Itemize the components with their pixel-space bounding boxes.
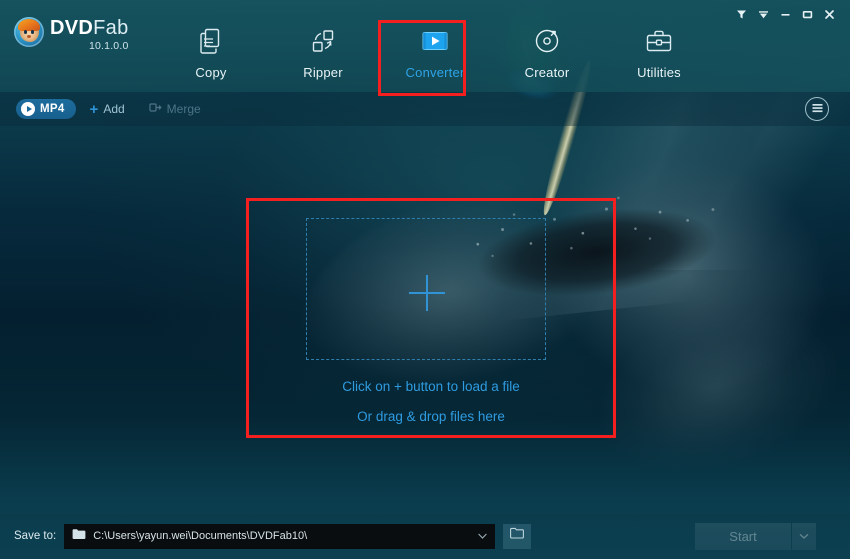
tab-creator[interactable]: Creator xyxy=(491,18,603,88)
tab-copy[interactable]: Copy xyxy=(155,18,267,88)
utilities-icon xyxy=(645,24,673,58)
add-file-plus-icon[interactable] xyxy=(409,275,445,311)
ripper-icon xyxy=(309,24,337,58)
merge-label: Merge xyxy=(166,102,201,116)
format-toolbar: MP4 + Add Merge xyxy=(0,92,850,126)
drop-instruction-line-2: Or drag & drop files here xyxy=(357,408,505,424)
tab-utilities-label: Utilities xyxy=(637,65,681,80)
app-logo[interactable]: DVDFab 10.1.0.0 xyxy=(14,17,129,52)
save-to-label: Save to: xyxy=(14,530,57,542)
tab-converter-label: Converter xyxy=(405,65,465,80)
browse-folder-icon xyxy=(509,527,525,545)
add-file-button[interactable]: + Add xyxy=(80,99,135,120)
menu-caret-icon[interactable] xyxy=(752,4,774,24)
converter-icon xyxy=(420,24,450,58)
save-path-input[interactable]: C:\Users\yayun.wei\Documents\DVDFab10\ xyxy=(64,523,496,549)
hamburger-menu-icon[interactable] xyxy=(805,97,829,121)
plus-small-icon: + xyxy=(89,100,99,118)
app-version: 10.1.0.0 xyxy=(88,40,129,52)
start-button-group: Start xyxy=(695,522,817,550)
tab-utilities[interactable]: Utilities xyxy=(603,18,715,88)
browse-folder-button[interactable] xyxy=(503,523,532,549)
folder-icon xyxy=(72,527,86,545)
drop-instruction-line-1: Click on + button to load a file xyxy=(342,379,520,394)
dvdfab-mascot-icon xyxy=(14,17,44,47)
tab-ripper-label: Ripper xyxy=(303,65,343,80)
drop-zone-instructions: Click on + button to load a file Or drag… xyxy=(246,380,616,423)
format-play-icon xyxy=(21,102,35,116)
output-format-chip[interactable]: MP4 xyxy=(16,99,76,119)
logo-text-block: DVDFab 10.1.0.0 xyxy=(50,17,129,52)
brand-name-dvd: DVD xyxy=(50,17,94,39)
start-button[interactable]: Start xyxy=(695,522,792,550)
merge-button[interactable]: Merge xyxy=(139,98,211,120)
tab-copy-label: Copy xyxy=(195,65,227,80)
feedback-icon[interactable] xyxy=(730,4,752,24)
tab-converter[interactable]: Converter xyxy=(379,18,491,88)
minimize-icon[interactable] xyxy=(774,4,796,24)
main-navigation: Copy Ripper Converter Creator Utilities xyxy=(155,18,715,90)
creator-icon xyxy=(533,24,561,58)
tab-creator-label: Creator xyxy=(524,65,570,80)
copy-icon xyxy=(199,24,223,58)
window-controls xyxy=(730,4,840,24)
add-file-label: Add xyxy=(103,102,125,116)
merge-icon xyxy=(149,101,162,117)
maximize-icon[interactable] xyxy=(796,4,818,24)
dvdfab-application-window: DVDFab 10.1.0.0 Copy Ripper Converter Cr… xyxy=(0,0,850,559)
tab-ripper[interactable]: Ripper xyxy=(267,18,379,88)
brand-name-fab: Fab xyxy=(93,17,129,39)
save-path-value: C:\Users\yayun.wei\Documents\DVDFab10\ xyxy=(93,530,308,542)
start-dropdown-button[interactable] xyxy=(792,522,817,550)
bottom-bar: Save to: C:\Users\yayun.wei\Documents\DV… xyxy=(0,513,850,559)
caret-down-icon[interactable] xyxy=(478,531,487,541)
output-format-label: MP4 xyxy=(40,103,65,115)
close-icon[interactable] xyxy=(818,4,840,24)
